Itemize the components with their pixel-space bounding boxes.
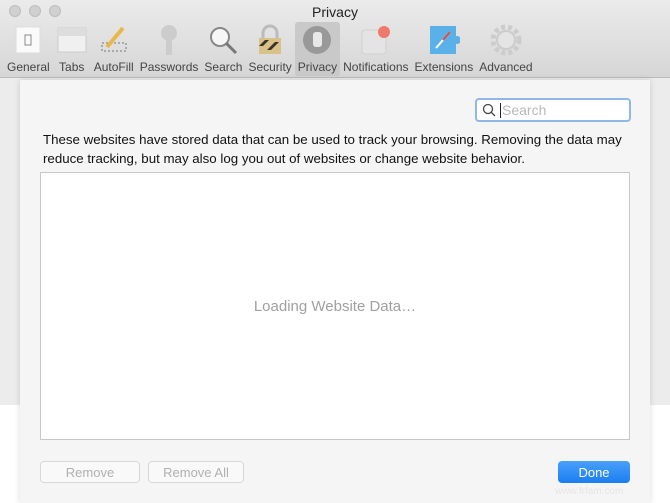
tab-general[interactable]: General (4, 22, 53, 76)
tab-label: Notifications (343, 60, 409, 74)
tab-label: Extensions (414, 60, 474, 74)
hand-icon (301, 24, 333, 56)
gear-icon (490, 24, 522, 56)
switch-icon (12, 24, 44, 56)
lock-icon (254, 24, 286, 56)
search-icon (482, 103, 496, 117)
tab-label: Search (204, 60, 243, 74)
tab-passwords[interactable]: Passwords (137, 22, 202, 76)
tab-extensions[interactable]: Extensions (412, 22, 477, 76)
search-input[interactable]: Search (475, 98, 631, 122)
tab-search[interactable]: Search (201, 22, 245, 76)
done-button[interactable]: Done (558, 461, 630, 483)
magnifier-icon (207, 24, 239, 56)
puzzle-icon (428, 24, 460, 56)
pencil-icon (98, 24, 130, 56)
tab-security[interactable]: Security (245, 22, 294, 76)
tab-notifications[interactable]: Notifications (340, 22, 411, 76)
remove-button[interactable]: Remove (40, 461, 140, 483)
search-placeholder: Search (502, 102, 547, 118)
window-title: Privacy (312, 4, 358, 20)
notification-icon (360, 24, 392, 56)
tab-label: Tabs (59, 60, 85, 74)
website-data-list[interactable]: Loading Website Data… (40, 172, 630, 440)
tab-tabs[interactable]: Tabs (53, 22, 91, 76)
tab-privacy[interactable]: Privacy (294, 22, 341, 76)
tab-label: Privacy (297, 60, 338, 74)
preferences-toolbar: General Tabs AutoFill Passwords Search S… (4, 22, 536, 76)
loading-text: Loading Website Data… (253, 297, 417, 315)
tab-label: Advanced (479, 60, 533, 74)
tab-label: AutoFill (93, 60, 134, 74)
tab-label: Passwords (139, 60, 199, 74)
tab-advanced[interactable]: Advanced (476, 22, 535, 76)
titlebar: Privacy General Tabs AutoFill Passwords … (0, 0, 670, 78)
tab-autofill[interactable]: AutoFill (91, 22, 137, 76)
website-data-sheet: Search These websites have stored data t… (20, 80, 650, 503)
description-text: These websites have stored data that can… (43, 132, 622, 166)
key-icon (153, 24, 185, 56)
tab-label: General (7, 60, 50, 74)
watermark: www.frfam.com (555, 486, 624, 497)
tab-label: Security (248, 60, 292, 74)
remove-all-button[interactable]: Remove All (148, 461, 244, 483)
tabs-icon (56, 24, 88, 56)
